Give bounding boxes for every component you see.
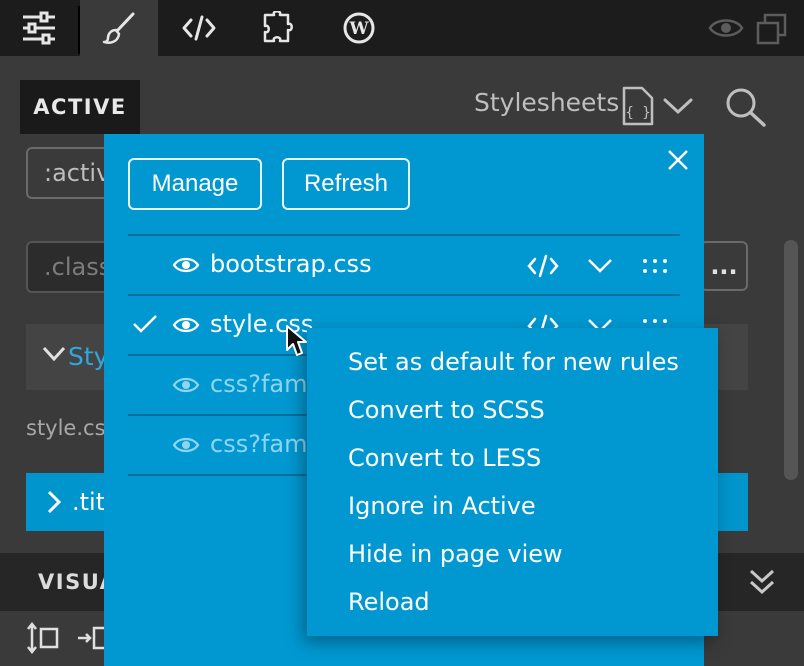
code-icon: [527, 254, 559, 278]
visibility-toggle[interactable]: [172, 435, 200, 459]
chevron-right-icon: [46, 490, 62, 518]
close-icon: [668, 150, 688, 170]
search-button[interactable]: [724, 86, 768, 132]
stylesheet-name: css?fami: [210, 370, 315, 398]
eye-icon: [172, 377, 200, 393]
chevron-down-icon: [42, 346, 66, 366]
brush-icon: [102, 12, 135, 44]
wordpress-icon: W: [343, 12, 375, 44]
eye-icon: [708, 19, 744, 37]
grip-dots-icon: [643, 259, 667, 273]
eye-icon: [172, 317, 200, 333]
close-popup-button[interactable]: [666, 148, 690, 176]
search-icon: [726, 88, 766, 127]
style-source-caption: style.cs: [26, 416, 106, 440]
drag-handle[interactable]: [642, 257, 668, 279]
active-tab[interactable]: ACTIVE: [20, 80, 140, 134]
tab-code[interactable]: [160, 0, 238, 56]
style-section-label: Sty: [68, 342, 109, 371]
tab-settings[interactable]: [0, 0, 78, 56]
tab-wordpress[interactable]: W: [320, 0, 398, 56]
menu-item-reload[interactable]: Reload: [348, 588, 430, 616]
mouse-cursor-icon: [285, 324, 311, 362]
menu-item-hide-page-view[interactable]: Hide in page view: [348, 540, 563, 568]
menu-item-convert-less[interactable]: Convert to LESS: [348, 444, 541, 472]
tab-components[interactable]: [240, 0, 318, 56]
menu-item-set-default[interactable]: Set as default for new rules: [348, 348, 679, 376]
default-check: [132, 314, 158, 338]
stylesheet-file-icon[interactable]: { }: [620, 86, 656, 130]
eye-icon: [172, 437, 200, 453]
windows-icon: [756, 13, 787, 45]
detach-window-button[interactable]: [755, 12, 789, 50]
menu-item-convert-scss[interactable]: Convert to SCSS: [348, 396, 545, 424]
tab-style[interactable]: [80, 0, 158, 56]
svg-text:W: W: [348, 19, 369, 39]
edit-code-button[interactable]: [526, 254, 560, 282]
code-icon: [182, 15, 216, 41]
visibility-toggle[interactable]: [172, 315, 200, 339]
chevron-down-icon: [663, 98, 693, 115]
check-icon: [133, 315, 157, 333]
panel-scrollbar[interactable]: [784, 240, 798, 480]
double-chevron-down-icon: [749, 569, 775, 595]
refresh-button[interactable]: Refresh: [282, 158, 410, 210]
stylesheets-dropdown[interactable]: [662, 96, 694, 120]
stylesheet-menu-toggle[interactable]: [587, 258, 613, 278]
stylesheet-name: bootstrap.css: [210, 250, 372, 278]
preview-toggle[interactable]: [708, 14, 744, 46]
resize-horizontal-tool[interactable]: [76, 620, 108, 660]
visibility-toggle[interactable]: [172, 375, 200, 399]
width-resize-icon: [78, 626, 108, 650]
more-options-button[interactable]: ...: [700, 241, 748, 291]
puzzle-icon: [263, 11, 293, 43]
rule-label: .tit: [72, 488, 106, 516]
resize-vertical-tool[interactable]: [26, 620, 62, 660]
manage-button[interactable]: Manage: [128, 158, 262, 210]
svg-text:{ }: { }: [625, 105, 650, 121]
sliders-icon: [23, 11, 55, 45]
collapse-section-button[interactable]: [748, 568, 776, 600]
chevron-down-icon: [588, 259, 612, 273]
stylesheets-label[interactable]: Stylesheets: [474, 88, 619, 117]
menu-item-ignore-active[interactable]: Ignore in Active: [348, 492, 536, 520]
visibility-toggle[interactable]: [172, 255, 200, 279]
height-resize-icon: [27, 621, 59, 655]
eye-icon: [172, 257, 200, 273]
stylesheet-name: css?fami: [210, 430, 315, 458]
